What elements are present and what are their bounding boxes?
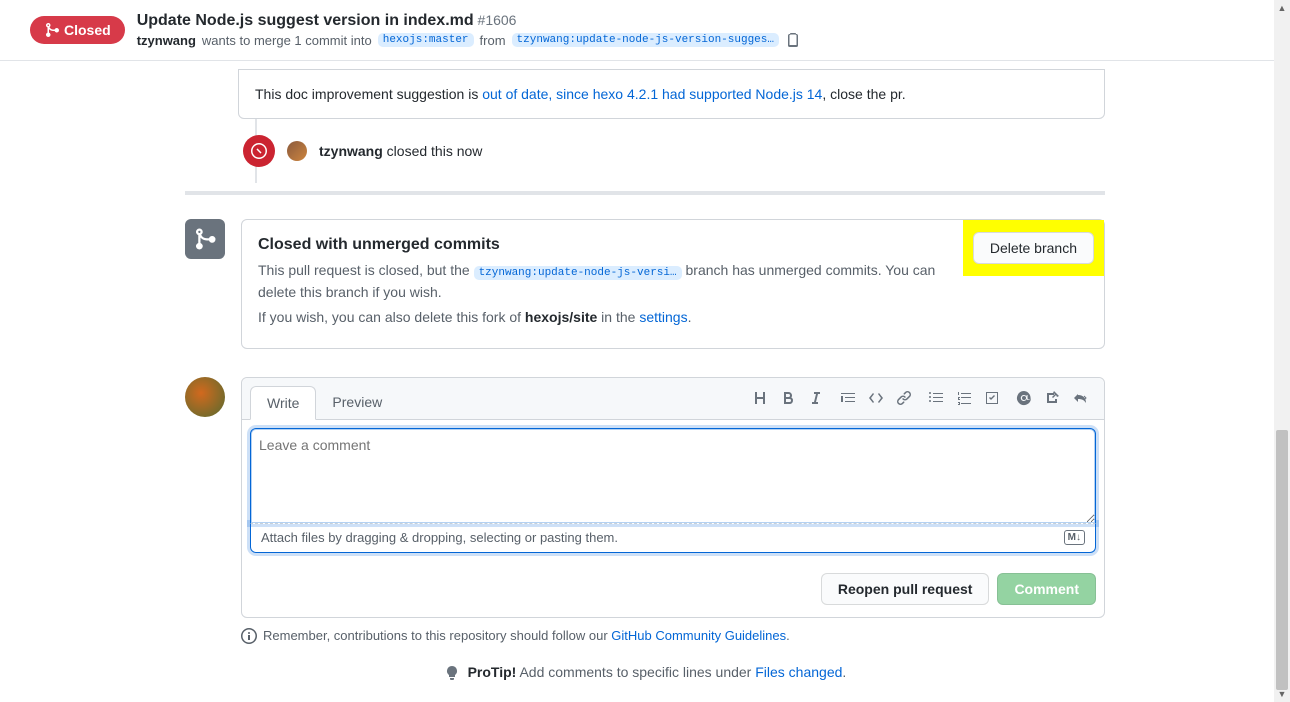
- git-pull-request-icon: [44, 22, 60, 38]
- tab-preview[interactable]: Preview: [316, 386, 398, 418]
- merge-status-icon: [185, 219, 225, 259]
- italic-icon[interactable]: [808, 390, 824, 406]
- merge-status-desc-2: If you wish, you can also delete this fo…: [258, 307, 947, 328]
- bold-icon[interactable]: [780, 390, 796, 406]
- pr-title: Update Node.js suggest version in index.…: [137, 12, 474, 29]
- lightbulb-icon: [444, 665, 460, 681]
- reply-icon[interactable]: [1072, 390, 1088, 406]
- protip: ProTip! Add comments to specific lines u…: [185, 654, 1105, 691]
- scroll-down-arrow[interactable]: ▼: [1274, 686, 1290, 702]
- head-branch[interactable]: tzynwang:update-node-js-version-sugges…: [512, 33, 779, 47]
- merge-status-box: Closed with unmerged commits This pull r…: [241, 219, 1105, 349]
- ordered-list-icon[interactable]: [956, 390, 972, 406]
- closed-event-text: tzynwang closed this now: [319, 143, 482, 159]
- merge-line: tzynwang wants to merge 1 commit into he…: [137, 32, 801, 48]
- comment-textarea[interactable]: [250, 428, 1096, 524]
- form-actions: Reopen pull request Comment: [242, 561, 1104, 617]
- actor-avatar[interactable]: [287, 141, 307, 161]
- tasklist-icon[interactable]: [984, 390, 1000, 406]
- scroll-up-arrow[interactable]: ▲: [1274, 0, 1290, 16]
- base-branch[interactable]: hexojs:master: [378, 33, 474, 47]
- pr-title-line: Update Node.js suggest version in index.…: [137, 12, 801, 30]
- tab-write[interactable]: Write: [250, 386, 316, 420]
- attach-hint[interactable]: Attach files by dragging & dropping, sel…: [250, 523, 1096, 553]
- link-icon[interactable]: [896, 390, 912, 406]
- pr-header: Closed Update Node.js suggest version in…: [0, 0, 1290, 61]
- heading-icon[interactable]: [752, 390, 768, 406]
- closed-event: tzynwang closed this now: [185, 119, 1105, 183]
- files-changed-link[interactable]: Files changed: [755, 664, 842, 680]
- delete-branch-highlight: Delete branch: [963, 220, 1104, 276]
- timeline-divider: [185, 191, 1105, 195]
- author-link[interactable]: tzynwang: [137, 33, 196, 48]
- mention-icon[interactable]: [1016, 390, 1032, 406]
- info-icon: [241, 628, 257, 644]
- comment-form: Write Preview: [241, 377, 1105, 618]
- markdown-icon[interactable]: M↓: [1064, 530, 1085, 545]
- pr-number: #1606: [478, 12, 517, 28]
- delete-branch-button[interactable]: Delete branch: [973, 232, 1094, 264]
- main-content: This doc improvement suggestion is out o…: [185, 61, 1105, 691]
- guidelines-link[interactable]: GitHub Community Guidelines: [611, 628, 786, 643]
- merge-status-area: Closed with unmerged commits This pull r…: [185, 219, 1105, 349]
- scrollbar-thumb[interactable]: [1276, 430, 1288, 690]
- comment-button[interactable]: Comment: [997, 573, 1096, 605]
- markdown-toolbar: [752, 390, 1096, 414]
- reopen-button[interactable]: Reopen pull request: [821, 573, 990, 605]
- settings-link[interactable]: settings: [639, 309, 687, 325]
- closed-event-icon: [243, 135, 275, 167]
- header-content: Update Node.js suggest version in index.…: [137, 12, 801, 48]
- scrollbar[interactable]: ▲ ▼: [1274, 0, 1290, 702]
- cross-reference-icon[interactable]: [1044, 390, 1060, 406]
- quote-icon[interactable]: [840, 390, 856, 406]
- current-user-avatar[interactable]: [185, 377, 225, 417]
- closed-branch-ref[interactable]: tzynwang:update-node-js-versi…: [474, 266, 682, 280]
- contribution-note: Remember, contributions to this reposito…: [185, 618, 1105, 654]
- state-badge: Closed: [30, 16, 125, 44]
- previous-comment: This doc improvement suggestion is out o…: [238, 69, 1105, 119]
- tab-header: Write Preview: [242, 378, 1104, 420]
- issue-link[interactable]: out of date, since hexo 4.2.1 had suppor…: [482, 86, 822, 102]
- clipboard-icon[interactable]: [785, 32, 801, 48]
- actor-link[interactable]: tzynwang: [319, 143, 383, 159]
- merge-status-desc-1: This pull request is closed, but the tzy…: [258, 260, 947, 303]
- code-icon[interactable]: [868, 390, 884, 406]
- unordered-list-icon[interactable]: [928, 390, 944, 406]
- state-label: Closed: [64, 22, 111, 38]
- merge-status-title: Closed with unmerged commits: [258, 236, 947, 254]
- comment-form-area: Write Preview: [185, 377, 1105, 618]
